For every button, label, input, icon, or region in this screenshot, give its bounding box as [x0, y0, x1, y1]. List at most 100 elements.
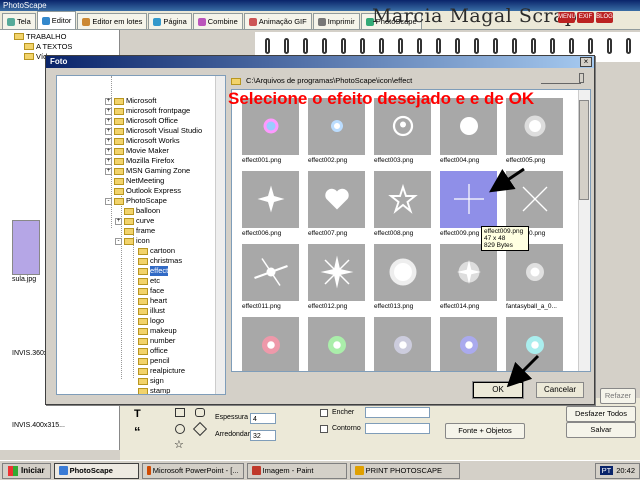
tab-4[interactable]: Combine: [192, 13, 243, 29]
effect-thumbnail[interactable]: [242, 317, 299, 371]
arredondar-field[interactable]: 32: [250, 430, 276, 441]
encher-color-select[interactable]: [365, 407, 430, 418]
tree-scrollbar[interactable]: [215, 76, 225, 394]
language-indicator[interactable]: PT: [599, 466, 614, 475]
tree-item[interactable]: logo: [129, 316, 164, 326]
expand-icon[interactable]: +: [105, 147, 112, 155]
expand-icon[interactable]: +: [115, 217, 122, 225]
contorno-color-select[interactable]: [365, 423, 430, 434]
refazer-button[interactable]: Refazer: [600, 388, 636, 404]
expand-icon[interactable]: +: [105, 137, 112, 145]
circle-tool-icon[interactable]: [175, 424, 185, 434]
tree-item[interactable]: NetMeeting: [105, 176, 164, 186]
espessura-field[interactable]: 4: [250, 413, 276, 424]
expand-icon[interactable]: +: [105, 107, 112, 115]
expand-icon[interactable]: +: [105, 97, 112, 105]
rectangle-tool-icon[interactable]: [175, 408, 185, 417]
expand-icon[interactable]: +: [105, 127, 112, 135]
tree-item[interactable]: pencil: [129, 356, 170, 366]
effect-thumbnail[interactable]: [506, 244, 563, 301]
tree-item[interactable]: + Mozilla Firefox: [105, 156, 174, 166]
effect-thumbnail[interactable]: [374, 171, 431, 228]
effect-thumbnail[interactable]: [308, 317, 365, 371]
exif-icon[interactable]: EXIF: [577, 12, 594, 23]
effect-thumbnail[interactable]: [242, 171, 299, 228]
encher-checkbox[interactable]: [320, 409, 328, 417]
tree-item[interactable]: number: [129, 336, 175, 346]
tree-item[interactable]: illust: [129, 306, 165, 316]
tree-item[interactable]: christmas: [129, 256, 182, 266]
expand-icon[interactable]: +: [105, 117, 112, 125]
salvar-button[interactable]: Salvar: [566, 422, 636, 438]
left-tree-item[interactable]: TRABALHO: [14, 32, 66, 41]
tree-item[interactable]: - PhotoScape: [105, 196, 167, 206]
tab-5[interactable]: Animação GIF: [243, 13, 312, 29]
effect-thumbnail[interactable]: [440, 244, 497, 301]
effect-thumbnail[interactable]: [374, 244, 431, 301]
tree-item[interactable]: + Movie Maker: [105, 146, 169, 156]
thumbnail-image[interactable]: [12, 220, 40, 275]
tree-item[interactable]: cartoon: [129, 246, 175, 256]
blog-icon[interactable]: BLOG: [596, 12, 613, 23]
tree-item[interactable]: face: [129, 286, 164, 296]
effect-thumbnail[interactable]: [440, 317, 497, 371]
effect-thumbnail[interactable]: [506, 317, 563, 371]
tree-item[interactable]: Outlook Express: [105, 186, 181, 196]
menu-icon[interactable]: MENU: [558, 12, 576, 23]
expand-icon[interactable]: +: [105, 157, 112, 165]
effect-thumbnail[interactable]: [242, 244, 299, 301]
ok-button[interactable]: OK: [472, 381, 524, 399]
desfazer-todos-button[interactable]: Desfazer Todos: [566, 406, 636, 422]
zoom-slider-handle[interactable]: [579, 73, 584, 83]
tab-6[interactable]: Imprimir: [312, 13, 360, 29]
tab-3[interactable]: Página: [148, 13, 192, 29]
star-tool-icon[interactable]: ☆: [174, 438, 184, 451]
grid-scroll-thumb[interactable]: [579, 100, 589, 200]
taskbar-button[interactable]: PRINT PHOTOSCAPE: [349, 462, 460, 479]
tree-item[interactable]: + Microsoft Visual Studio: [105, 126, 202, 136]
close-icon[interactable]: ×: [580, 57, 592, 67]
tab-1[interactable]: Editor: [36, 11, 77, 29]
effect-thumbnail[interactable]: [308, 244, 365, 301]
tree-item[interactable]: + microsoft frontpage: [105, 106, 190, 116]
tree-item[interactable]: + Microsoft Office: [105, 116, 178, 126]
effect-thumbnail[interactable]: [374, 317, 431, 371]
diamond-tool-icon[interactable]: [192, 421, 208, 437]
tree-item[interactable]: realpicture: [129, 366, 185, 376]
start-button[interactable]: Iniciar: [2, 462, 51, 479]
fonte-objetos-button[interactable]: Fonte + Objetos: [445, 423, 525, 439]
effect-thumbnail[interactable]: [440, 171, 497, 228]
text-tool-icon[interactable]: T: [134, 408, 141, 420]
taskbar-button[interactable]: PhotoScape: [53, 462, 139, 479]
tab-0[interactable]: Tela: [2, 13, 36, 29]
effect-thumbnail[interactable]: [506, 171, 563, 228]
expand-icon[interactable]: +: [105, 167, 112, 175]
tree-item[interactable]: makeup: [129, 326, 177, 336]
tree-item[interactable]: etc: [129, 276, 160, 286]
taskbar-button[interactable]: Imagem - Paint: [246, 462, 347, 479]
grid-scrollbar[interactable]: [578, 90, 590, 371]
collapse-icon[interactable]: -: [115, 237, 122, 245]
tree-item[interactable]: + Microsoft Works: [105, 136, 180, 146]
tree-item[interactable]: effect: [129, 266, 169, 276]
collapse-icon[interactable]: -: [105, 197, 112, 205]
tree-item[interactable]: - icon: [115, 236, 150, 246]
tree-item[interactable]: heart: [129, 296, 167, 306]
taskbar-button[interactable]: Microsoft PowerPoint - [...: [141, 462, 244, 479]
tree-item[interactable]: balloon: [115, 206, 160, 216]
cancel-button[interactable]: Cancelar: [536, 382, 584, 398]
tree-item[interactable]: + MSN Gaming Zone: [105, 166, 190, 176]
rounded-rect-tool-icon[interactable]: [195, 408, 205, 417]
tab-2[interactable]: Editor em lotes: [77, 13, 148, 29]
balloon-tool-icon[interactable]: “: [134, 424, 141, 439]
zoom-slider-track[interactable]: [541, 78, 581, 84]
effect-thumbnail[interactable]: [308, 171, 365, 228]
contorno-checkbox[interactable]: [320, 425, 328, 433]
left-tree-item[interactable]: A TEXTOS: [24, 42, 72, 51]
tree-item[interactable]: stamp: [129, 386, 170, 394]
tree-item[interactable]: office: [129, 346, 168, 356]
tree-item[interactable]: + Microsoft: [105, 96, 156, 106]
tree-item[interactable]: frame: [115, 226, 155, 236]
tree-item[interactable]: sign: [129, 376, 164, 386]
tree-item[interactable]: + curve: [115, 216, 154, 226]
